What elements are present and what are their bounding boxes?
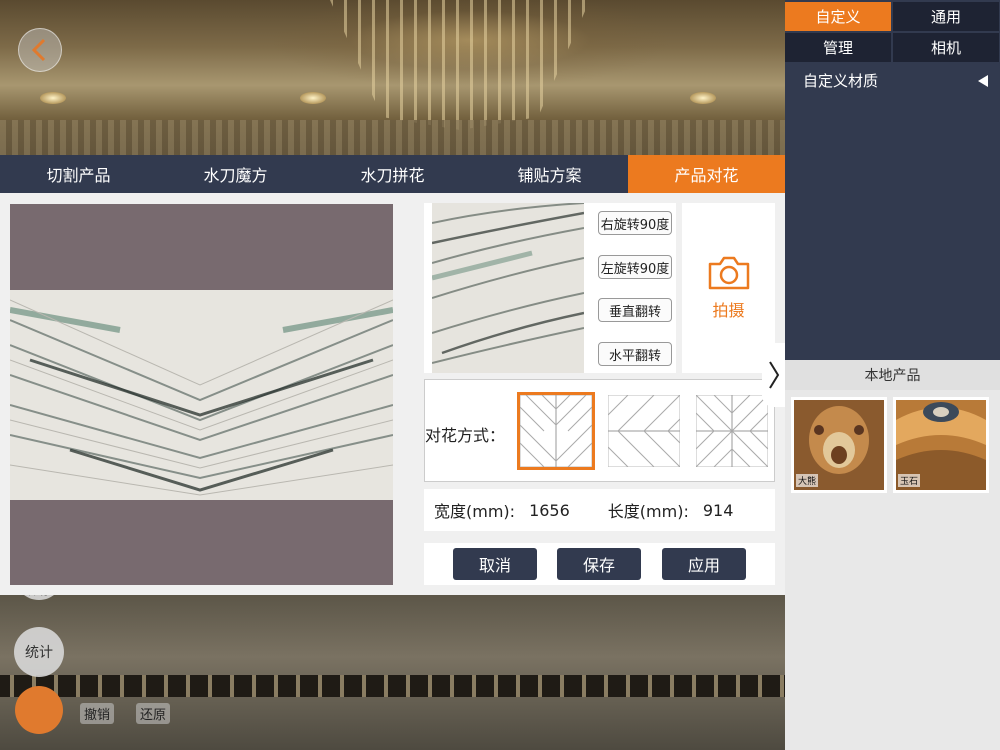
dimensions-row: 宽度(mm): 1656 长度(mm): 914 [424,489,775,531]
floor [0,595,785,750]
sidebar-item-label: 自定义材质 [803,72,879,90]
product-name: 大熊 [796,474,819,487]
camera-icon [708,256,749,290]
shoot-label: 拍摄 [712,301,745,320]
right-sidebar: 自定义 通用 管理 相机 自定义材质 [785,0,1000,360]
tab-tiling-plan[interactable]: 铺贴方案 [471,155,628,193]
width-label: 宽度(mm): [434,502,516,521]
sidebar-tab-custom[interactable]: 自定义 [785,2,891,31]
product-matching-panel: 切割产品 水刀魔方 水刀拼花 铺贴方案 产品对花 右旋转90度 左旋转90度 垂… [0,155,785,595]
bookmatched-marble-image [10,290,393,500]
cornice [0,120,785,155]
ceiling-lamp [300,92,326,104]
save-button[interactable]: 保存 [557,548,641,580]
source-marble-thumbnail [432,203,584,373]
chevron-left-icon [31,38,46,62]
stats-label: 统计 [25,645,53,661]
source-thumbnail-box: 右旋转90度 左旋转90度 垂直翻转 水平翻转 [424,203,676,373]
shoot-button[interactable]: 拍摄 [682,203,775,373]
product-thumbnail: 大熊 [794,400,884,490]
tab-product-matching[interactable]: 产品对花 [628,155,785,193]
width-value: 1656 [529,500,570,520]
pattern-option-mirror-horizontal[interactable] [517,392,595,470]
restore-button[interactable]: 还原 [136,703,171,724]
tab-cut-product[interactable]: 切割产品 [0,155,157,193]
chevron-right-icon [768,361,779,389]
ceiling-lamp [40,92,66,104]
sidebar-tab-camera[interactable]: 相机 [893,33,999,62]
matching-pattern-box: 对花方式： [424,379,775,482]
tab-bar: 切割产品 水刀魔方 水刀拼花 铺贴方案 产品对花 [0,155,785,193]
undo-button[interactable]: 撤销 [80,703,115,724]
flip-horizontal-button[interactable]: 水平翻转 [598,342,672,366]
sidebar-tab-general[interactable]: 通用 [893,2,999,31]
ceiling-lamp [690,92,716,104]
rotate-left-button[interactable]: 左旋转90度 [598,255,672,279]
main-action-button[interactable] [15,686,63,734]
triangle-left-icon [978,74,988,87]
sidebar-tab-manage[interactable]: 管理 [785,33,891,62]
local-products-title: 本地产品 [785,360,1000,390]
local-product-item[interactable]: 大熊 [791,397,887,493]
product-name: 玉石 [898,474,921,487]
matching-preview [10,204,393,585]
local-products-panel: 本地产品 大熊 玉石 [785,360,1000,750]
back-button[interactable] [18,28,62,72]
apply-button[interactable]: 应用 [662,548,746,580]
product-thumbnail: 玉石 [896,400,986,490]
floor-border-band [0,675,785,697]
sidebar-item-custom-material[interactable]: 自定义材质 [803,70,988,91]
collapse-panel-handle[interactable] [762,343,785,407]
length-label: 长度(mm): [607,502,689,521]
pattern-option-mirror-vertical[interactable] [608,395,680,467]
local-product-item[interactable]: 玉石 [893,397,989,493]
cancel-button[interactable]: 取消 [453,548,537,580]
tab-waterjet-mosaic[interactable]: 水刀拼花 [314,155,471,193]
matching-pattern-label: 对花方式： [425,426,506,445]
pattern-option-four-way[interactable] [696,395,768,467]
stats-button[interactable]: 统计 [14,627,64,677]
rotate-right-button[interactable]: 右旋转90度 [598,211,672,235]
flip-vertical-button[interactable]: 垂直翻转 [598,298,672,322]
tab-waterjet-cube[interactable]: 水刀魔方 [157,155,314,193]
action-buttons-row: 取消 保存 应用 [424,543,775,585]
length-value: 914 [702,500,734,520]
